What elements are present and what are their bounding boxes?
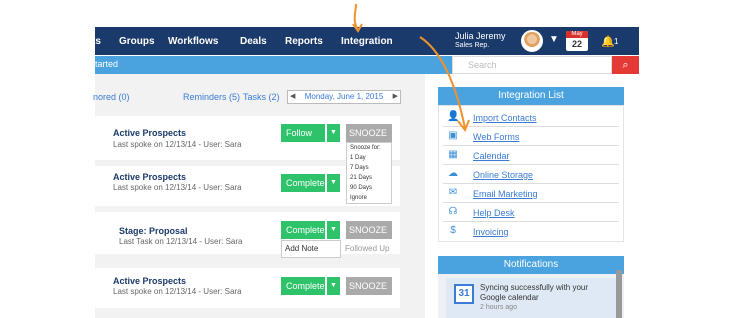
google-calendar-icon: 31: [454, 284, 474, 304]
nav-item-contacts[interactable]: ts: [92, 36, 101, 47]
nav-item-reports[interactable]: Reports: [285, 36, 323, 47]
nav-item-workflows[interactable]: Workflows: [168, 36, 218, 47]
card-title[interactable]: Active Prospects: [113, 276, 186, 286]
integration-item-invoicing[interactable]: $ Invoicing: [443, 222, 619, 241]
complete-button[interactable]: Complete: [281, 174, 325, 192]
action-dropdown-button[interactable]: ▼: [326, 277, 340, 295]
cloud-icon: ☁: [448, 168, 458, 179]
integration-label[interactable]: Online Storage: [473, 170, 533, 180]
user-name: Julia Jeremy: [455, 31, 506, 41]
calendar-day: 22: [571, 39, 582, 49]
search-icon: ⌕: [622, 59, 629, 71]
calendar-widget[interactable]: May 22: [566, 31, 588, 51]
proposal-card: Stage: Proposal Last Task on 12/13/14 - …: [95, 212, 400, 254]
snooze-option[interactable]: 1 Day: [347, 153, 391, 163]
next-date-icon[interactable]: ▶: [393, 91, 398, 103]
email-icon: ✉: [448, 187, 458, 198]
complete-button[interactable]: Complete: [281, 277, 325, 295]
card-subtitle: Last Task on 12/13/14 - User: Sara: [119, 237, 243, 246]
followed-up-label: Followed Up: [345, 244, 390, 253]
integration-item-calendar[interactable]: ▦ Calendar: [443, 146, 619, 165]
integration-item-help-desk[interactable]: ☊ Help Desk: [443, 203, 619, 222]
search-placeholder: Search: [468, 60, 497, 70]
calendar-month: May: [566, 31, 588, 38]
person-icon: 👤: [447, 111, 460, 122]
integration-label[interactable]: Calendar: [473, 151, 510, 161]
integration-label[interactable]: Web Forms: [473, 132, 519, 142]
action-dropdown-button[interactable]: ▼: [326, 174, 340, 192]
snooze-button[interactable]: SNOOZE ▾: [346, 221, 392, 253]
complete-button[interactable]: Complete: [281, 221, 325, 239]
card-title[interactable]: Active Prospects: [113, 172, 186, 182]
integration-title: Integration List: [438, 87, 624, 105]
nav-item-integration[interactable]: Integration: [341, 36, 393, 47]
integration-label[interactable]: Import Contacts: [473, 113, 537, 123]
form-icon: ▣: [448, 130, 458, 141]
dollar-icon: $: [450, 225, 456, 236]
add-note-menu: Add Note: [281, 240, 341, 258]
integration-label[interactable]: Help Desk: [473, 208, 515, 218]
snooze-option[interactable]: 7 Days: [347, 163, 391, 173]
chevron-down-icon[interactable]: ▼: [549, 34, 559, 45]
integration-list: 👤 Import Contacts ▣ Web Forms ▦ Calendar ☁ O…: [438, 105, 624, 242]
scrollbar[interactable]: [616, 270, 622, 318]
snooze-label: SNOOZE: [349, 225, 388, 235]
calendar-icon: ▦: [448, 149, 458, 160]
snooze-label: SNOOZE: [349, 128, 388, 138]
card-subtitle: Last spoke on 12/13/14 - User: Sara: [113, 287, 242, 296]
integration-item-import-contacts[interactable]: 👤 Import Contacts: [443, 108, 619, 127]
snooze-button[interactable]: SNOOZE ▾: [346, 277, 392, 309]
search-input[interactable]: Search: [452, 56, 612, 74]
tasks-link[interactable]: Tasks (2): [243, 92, 280, 102]
nav-item-groups[interactable]: Groups: [119, 36, 155, 47]
card-subtitle: Last spoke on 12/13/14 - User: Sara: [113, 183, 242, 192]
date-picker[interactable]: ◀ Monday, June 1, 2015 ▶: [287, 90, 401, 104]
notification-count: 1: [614, 37, 619, 46]
ignored-link[interactable]: nored (0): [93, 92, 130, 102]
follow-up-button[interactable]: Follow Up: [281, 124, 325, 156]
card-subtitle: Last spoke on 12/13/14 - User: Sara: [113, 140, 242, 149]
date-label: Monday, June 1, 2015: [304, 92, 384, 101]
add-note-item[interactable]: Add Note: [282, 241, 340, 253]
snooze-option[interactable]: Ignore: [347, 193, 391, 203]
notification-time: 2 hours ago: [480, 304, 517, 311]
snooze-option[interactable]: 21 Days: [347, 173, 391, 183]
integration-item-web-forms[interactable]: ▣ Web Forms: [443, 127, 619, 146]
integration-label[interactable]: Invoicing: [473, 227, 509, 237]
integration-label[interactable]: Email Marketing: [473, 189, 538, 199]
integration-panel: Integration List 👤 Import Contacts ▣ Web F…: [438, 87, 624, 242]
user-info[interactable]: Julia Jeremy Sales Rep.: [455, 31, 506, 49]
avatar[interactable]: [521, 30, 543, 52]
notification-text: Syncing successfully with your Google ca…: [480, 283, 589, 302]
snooze-button[interactable]: SNOOZE ▾: [346, 124, 392, 156]
integration-item-email-marketing[interactable]: ✉ Email Marketing: [443, 184, 619, 203]
subbar: tarted: [95, 56, 452, 74]
notifications-panel: Notifications 31 Syncing successfully wi…: [438, 256, 624, 318]
user-role: Sales Rep.: [455, 42, 490, 49]
prev-date-icon[interactable]: ◀: [290, 91, 295, 103]
reminders-link[interactable]: Reminders (5): [183, 92, 240, 102]
notification-item[interactable]: 31 Syncing successfully with your Google…: [446, 278, 618, 318]
card-title[interactable]: Stage: Proposal: [119, 226, 188, 236]
helpdesk-icon: ☊: [448, 206, 458, 217]
main-panel: nored (0) Reminders (5) Tasks (2) ◀ Mond…: [93, 74, 425, 318]
snooze-menu: Snooze for: 1 Day 7 Days 21 Days 90 Days…: [346, 142, 392, 204]
action-dropdown-button[interactable]: ▼: [326, 221, 340, 239]
snooze-label: SNOOZE: [349, 281, 388, 291]
snooze-menu-header: Snooze for:: [350, 145, 381, 151]
integration-item-online-storage[interactable]: ☁ Online Storage: [443, 165, 619, 184]
bell-icon[interactable]: 🔔: [601, 35, 615, 48]
action-dropdown-button[interactable]: ▼: [326, 124, 340, 142]
card-title[interactable]: Active Prospects: [113, 128, 186, 138]
search-button[interactable]: ⌕: [612, 56, 639, 74]
snooze-option[interactable]: 90 Days: [347, 183, 391, 193]
top-nav: ts Groups Workflows Deals Reports Integr…: [92, 27, 639, 55]
getting-started-link[interactable]: tarted: [95, 59, 118, 69]
notifications-title: Notifications: [438, 256, 624, 274]
prospect-card: Active Prospects Last spoke on 12/13/14 …: [95, 268, 400, 309]
nav-item-deals[interactable]: Deals: [240, 36, 267, 47]
